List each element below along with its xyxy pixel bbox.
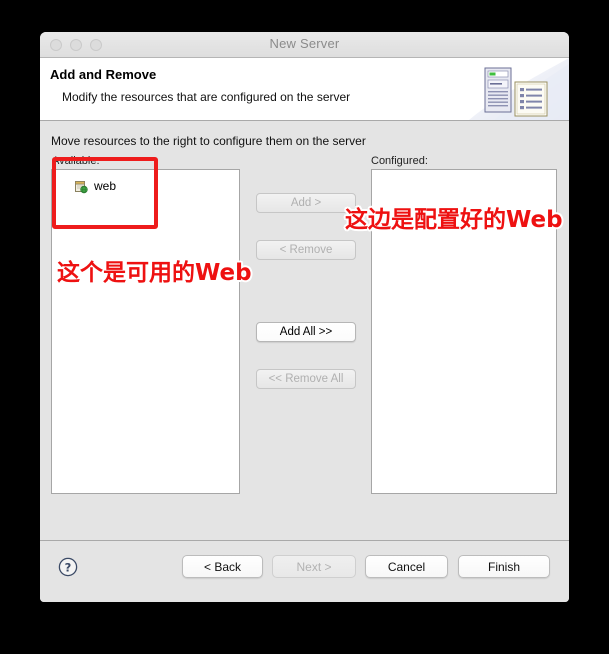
page-subtitle: Modify the resources that are configured…: [62, 90, 351, 104]
dialog-footer: ? < Back Next > Cancel Finish: [40, 540, 569, 602]
available-label: Available:: [52, 155, 100, 167]
annotation-text-right: 这边是配置好的Web: [345, 200, 563, 234]
help-question-icon[interactable]: ?: [58, 557, 78, 577]
finish-button[interactable]: Finish: [458, 555, 550, 578]
cancel-button[interactable]: Cancel: [365, 555, 448, 578]
screenshot-root: New Server Add and Remove Modify the res…: [0, 0, 609, 654]
annotation-text-left: 这个是可用的Web: [57, 253, 252, 287]
list-item[interactable]: web: [73, 178, 116, 194]
page-title: Add and Remove: [50, 67, 157, 82]
window-titlebar: New Server: [40, 32, 569, 58]
list-item-label: web: [94, 179, 117, 193]
new-server-dialog: New Server Add and Remove Modify the res…: [40, 32, 569, 602]
web-module-icon: [73, 178, 89, 194]
dialog-body: Move resources to the right to configure…: [40, 121, 569, 540]
window-title: New Server: [269, 36, 340, 51]
wizard-header: Add and Remove Modify the resources that…: [40, 58, 569, 121]
instruction-text: Move resources to the right to configure…: [51, 134, 366, 148]
remove-button[interactable]: < Remove: [256, 240, 356, 260]
remove-all-button[interactable]: << Remove All: [256, 369, 356, 389]
configured-label: Configured:: [371, 155, 428, 167]
back-button[interactable]: < Back: [182, 555, 263, 578]
available-listbox[interactable]: web: [51, 169, 240, 494]
add-button[interactable]: Add >: [256, 193, 356, 213]
svg-text:?: ?: [65, 560, 72, 574]
add-all-button[interactable]: Add All >>: [256, 322, 356, 342]
next-button[interactable]: Next >: [272, 555, 356, 578]
annotation-left-label: 这个是可用的Web: [57, 260, 252, 286]
annotation-right-label: 这边是配置好的Web: [345, 207, 563, 233]
server-document-icon: [469, 58, 569, 120]
